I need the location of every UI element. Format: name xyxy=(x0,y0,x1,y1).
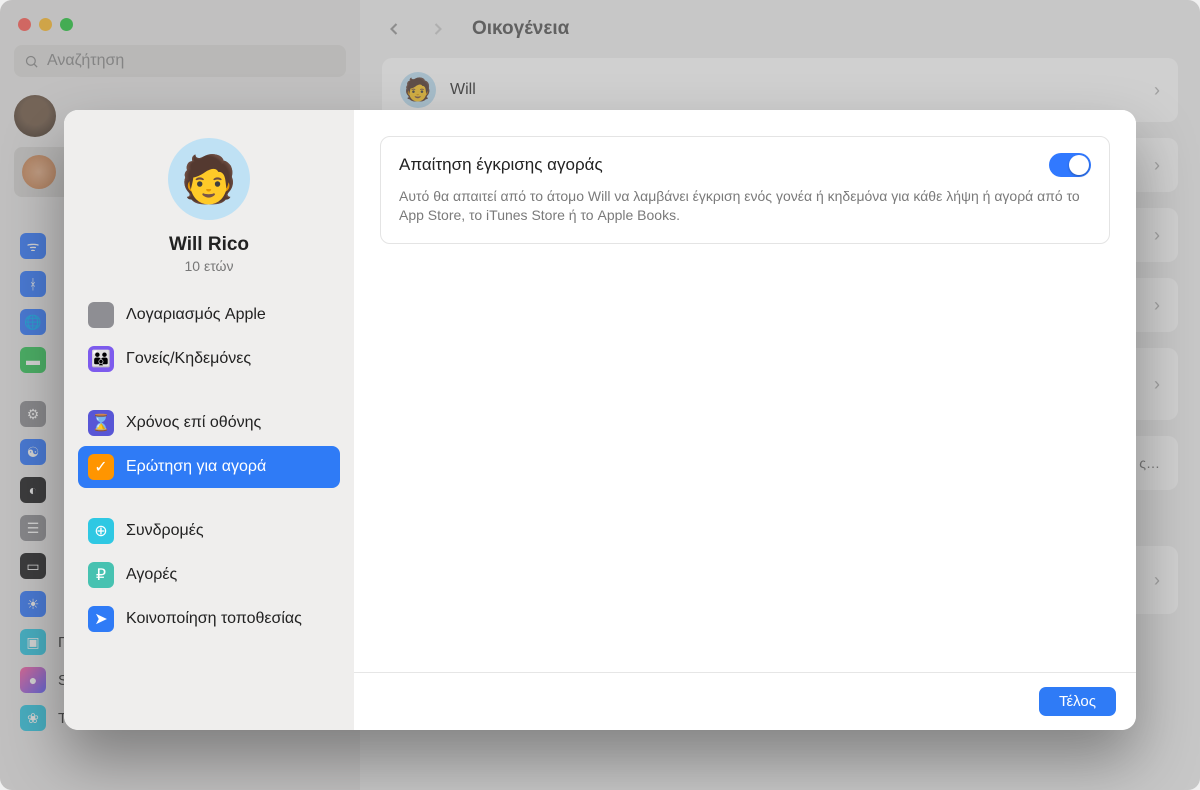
setting-description: Αυτό θα απαιτεί από το άτομο Will να λαμ… xyxy=(399,187,1091,225)
sidebar-item-label: Γονείς/Κηδεμόνες xyxy=(126,350,251,368)
apple-logo-icon xyxy=(88,302,114,328)
sidebar-item-screen-time[interactable]: ⌛ Χρόνος επί οθόνης xyxy=(78,402,340,444)
sidebar-item-label: Ερώτηση για αγορά xyxy=(126,458,266,476)
sidebar-item-subscriptions[interactable]: ⊕ Συνδρομές xyxy=(78,510,340,552)
profile-name: Will Rico xyxy=(169,234,249,256)
sidebar-item-ask-to-buy[interactable]: ✓ Ερώτηση για αγορά xyxy=(78,446,340,488)
subscriptions-icon: ⊕ xyxy=(88,518,114,544)
sidebar-item-purchases[interactable]: ₽ Αγορές xyxy=(78,554,340,596)
location-icon: ➤ xyxy=(88,606,114,632)
ask-to-buy-setting-card: Απαίτηση έγκρισης αγοράς Αυτό θα απαιτεί… xyxy=(380,136,1110,244)
family-member-modal: 🧑 Will Rico 10 ετών Λογαριασμός Apple 👪 … xyxy=(64,110,1136,730)
settings-window: Αναζήτηση ᯤ ᚼ 🌐 ▬ ⚙ ☯ ◐ ☰ ▭ ☀ ▣Προ xyxy=(0,0,1200,790)
modal-footer: Τέλος xyxy=(354,672,1136,730)
modal-sidebar: 🧑 Will Rico 10 ετών Λογαριασμός Apple 👪 … xyxy=(64,110,354,730)
sidebar-item-parents[interactable]: 👪 Γονείς/Κηδεμόνες xyxy=(78,338,340,380)
sidebar-item-location-sharing[interactable]: ➤ Κοινοποίηση τοποθεσίας xyxy=(78,598,340,640)
sidebar-item-label: Συνδρομές xyxy=(126,522,204,540)
setting-title: Απαίτηση έγκρισης αγοράς xyxy=(399,155,603,175)
sidebar-item-label: Λογαριασμός Apple xyxy=(126,306,266,324)
profile-header: 🧑 Will Rico 10 ετών xyxy=(78,130,340,294)
modal-nav-list: Λογαριασμός Apple 👪 Γονείς/Κηδεμόνες ⌛ Χ… xyxy=(78,294,340,640)
parents-icon: 👪 xyxy=(88,346,114,372)
profile-age: 10 ετών xyxy=(185,258,234,274)
sidebar-item-apple-account[interactable]: Λογαριασμός Apple xyxy=(78,294,340,336)
modal-content: Απαίτηση έγκρισης αγοράς Αυτό θα απαιτεί… xyxy=(354,110,1136,672)
profile-avatar: 🧑 xyxy=(168,138,250,220)
done-button[interactable]: Τέλος xyxy=(1039,687,1116,716)
purchases-icon: ₽ xyxy=(88,562,114,588)
setting-toggle-row: Απαίτηση έγκρισης αγοράς xyxy=(399,153,1091,177)
ask-to-buy-icon: ✓ xyxy=(88,454,114,480)
sidebar-item-label: Χρόνος επί οθόνης xyxy=(126,414,261,432)
sidebar-item-label: Αγορές xyxy=(126,566,177,584)
require-approval-toggle[interactable] xyxy=(1049,153,1091,177)
modal-main: Απαίτηση έγκρισης αγοράς Αυτό θα απαιτεί… xyxy=(354,110,1136,730)
hourglass-icon: ⌛ xyxy=(88,410,114,436)
sidebar-item-label: Κοινοποίηση τοποθεσίας xyxy=(126,610,302,628)
